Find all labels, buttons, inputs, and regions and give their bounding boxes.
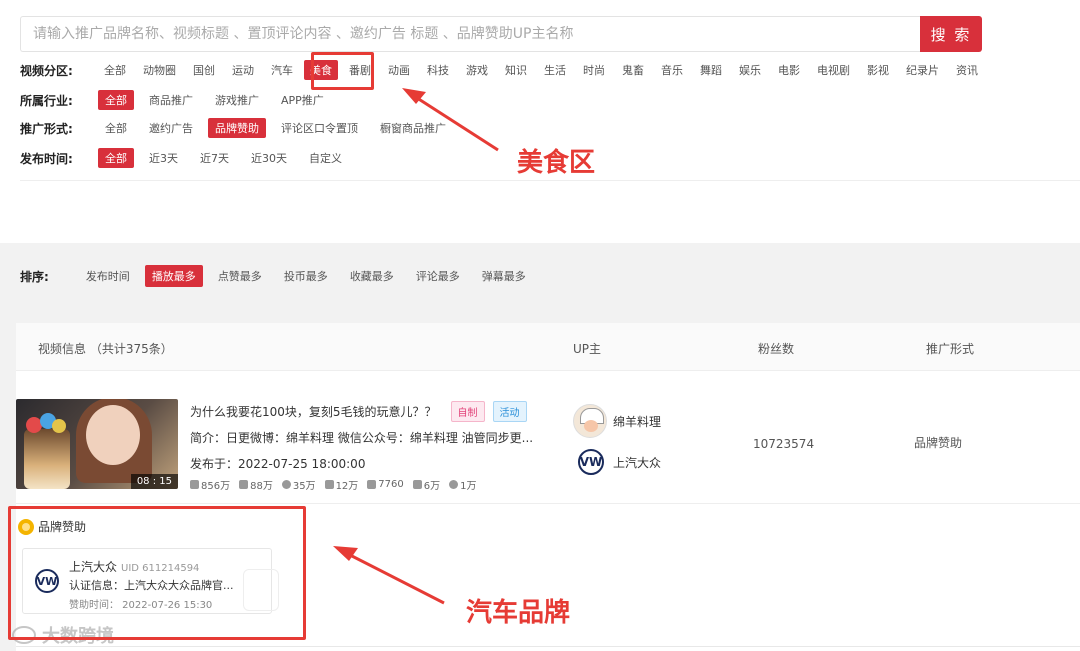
arrow-food (402, 88, 499, 152)
annotation-arrows (333, 88, 499, 605)
arrow-car (333, 546, 445, 605)
